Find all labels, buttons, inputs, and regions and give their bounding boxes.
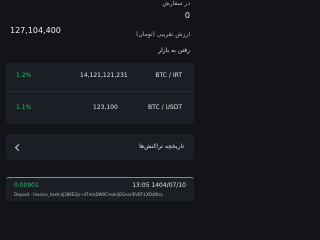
transaction-history-link[interactable]: تاریخچه تراکنش‌ها bbox=[6, 134, 194, 160]
transaction-amount: 0.00901 bbox=[14, 182, 39, 189]
transaction-history-label: تاریخچه تراکنش‌ها bbox=[139, 143, 184, 150]
market-pair: BTC / IRT bbox=[155, 72, 182, 79]
approx-value-label: ارزش تقریبی (تومان) bbox=[136, 31, 190, 38]
transaction-detail: Deposit - Invoice_hash:dj38KE2js~d7mlsDW… bbox=[14, 192, 163, 197]
market-card: 1.2% 14,121,121,231 BTC / IRT 1.1% 123,1… bbox=[6, 63, 194, 124]
market-price: 14,121,121,231 bbox=[80, 72, 128, 79]
market-change: 1.2% bbox=[16, 72, 32, 79]
market-row-btc-usdt[interactable]: 1.1% 123,100 BTC / USDT bbox=[6, 92, 194, 124]
market-price: 123,100 bbox=[93, 104, 118, 111]
market-title[interactable]: رفتن به بازار bbox=[158, 47, 190, 54]
market-change: 1.1% bbox=[16, 104, 32, 111]
chevron-left-icon bbox=[14, 143, 23, 152]
transaction-item[interactable]: 0.00901 13:05 1404/07/10 Deposit - Invoi… bbox=[6, 177, 194, 201]
balance-value: 0 bbox=[184, 11, 190, 20]
approx-value-amount: 127,104,400 bbox=[10, 26, 61, 35]
transaction-datetime: 13:05 1404/07/10 bbox=[132, 182, 186, 189]
market-pair: BTC / USDT bbox=[148, 104, 182, 111]
balance-label: در سفارش bbox=[162, 0, 190, 7]
market-row-btc-irt[interactable]: 1.2% 14,121,121,231 BTC / IRT bbox=[6, 63, 194, 91]
